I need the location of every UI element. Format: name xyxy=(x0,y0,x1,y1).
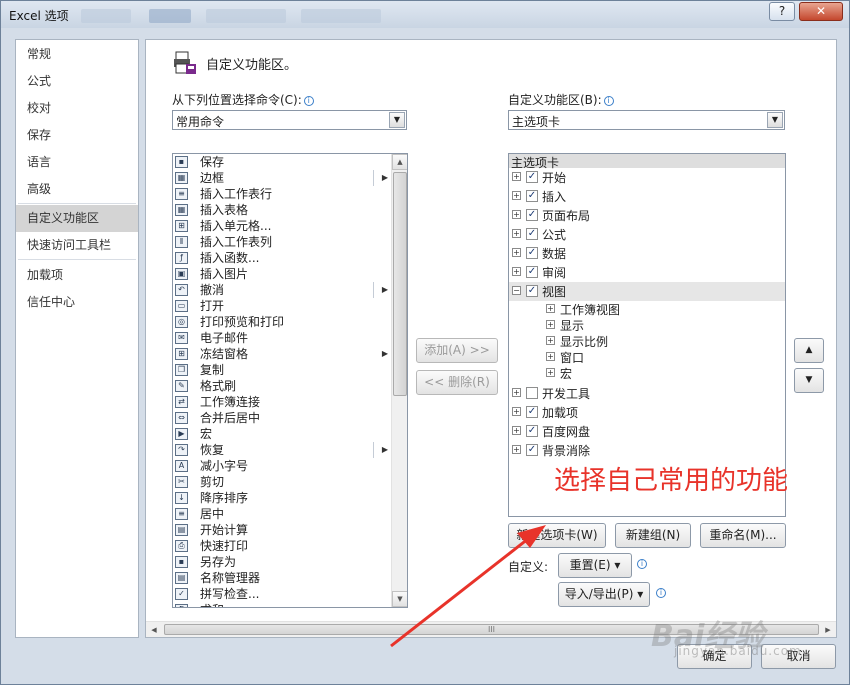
annotation-text: 选择自己常用的功能 xyxy=(554,466,789,496)
watermark-url: jingyan.baidu.com xyxy=(674,644,802,658)
annotation-arrow xyxy=(390,525,546,648)
excel-options-dialog: Excel 选项 ? ✕ 常规 公式 校对 保存 语言 高级 自定义功能区 快速访问工具栏 加载… xyxy=(0,0,850,685)
